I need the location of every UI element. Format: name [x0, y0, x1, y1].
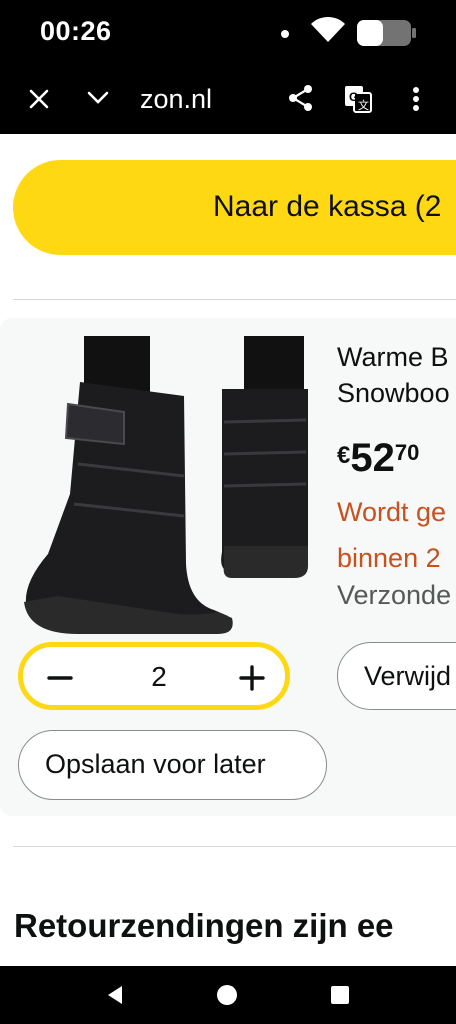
minus-icon[interactable] — [45, 663, 75, 693]
save-for-later-button[interactable]: Opslaan voor later — [18, 730, 327, 800]
status-bar: 00:26 — [0, 0, 456, 66]
translate-icon[interactable]: G 文 — [343, 84, 373, 114]
remove-label: Verwijd — [364, 661, 452, 691]
url-text[interactable]: zon.nl — [140, 84, 212, 115]
recents-icon[interactable] — [330, 985, 350, 1005]
svg-text:G: G — [349, 90, 358, 104]
notification-dot-icon — [281, 30, 289, 38]
delivery-line2: binnen 2 — [337, 543, 441, 573]
status-time: 00:26 — [40, 16, 112, 46]
delivery-line1: Wordt ge — [337, 497, 447, 527]
checkout-label: Naar de kassa (2 — [213, 190, 442, 223]
system-nav-bar — [0, 966, 456, 1024]
delivery-info: Wordt ge binnen 2 — [337, 489, 446, 581]
price-fraction: 70 — [394, 440, 420, 465]
product-title-line2: Snowboo — [337, 378, 450, 408]
price-whole: 52 — [350, 436, 395, 480]
svg-text:文: 文 — [358, 98, 369, 112]
product-title-line1: Warme B — [337, 342, 449, 372]
quantity-stepper: 2 — [18, 642, 290, 710]
product-price: €5270 — [337, 436, 419, 481]
browser-toolbar: zon.nl G 文 — [0, 66, 456, 134]
divider — [13, 299, 456, 300]
product-image[interactable] — [18, 334, 318, 634]
divider — [13, 846, 456, 847]
price-currency: € — [337, 442, 351, 469]
battery-icon — [357, 20, 416, 46]
chevron-down-icon[interactable] — [86, 90, 110, 106]
shipped-by: Verzonde — [337, 580, 452, 610]
quantity-value: 2 — [151, 661, 167, 692]
save-for-later-label: Opslaan voor later — [45, 749, 266, 779]
checkout-button[interactable]: Naar de kassa (2 — [13, 160, 456, 255]
wifi-icon — [311, 16, 345, 42]
product-title[interactable]: Warme B Snowboo — [337, 339, 450, 411]
more-vert-icon[interactable] — [412, 86, 420, 112]
plus-icon[interactable] — [237, 663, 267, 693]
share-icon[interactable] — [288, 84, 314, 112]
remove-button[interactable]: Verwijd — [337, 642, 456, 710]
back-icon[interactable] — [104, 984, 126, 1006]
returns-heading: Retourzendingen zijn ee — [14, 907, 394, 944]
page-content: Naar de kassa (2 Warme B Snowboo €5270 W… — [0, 134, 456, 966]
close-icon[interactable] — [28, 88, 50, 110]
home-icon[interactable] — [216, 984, 238, 1006]
